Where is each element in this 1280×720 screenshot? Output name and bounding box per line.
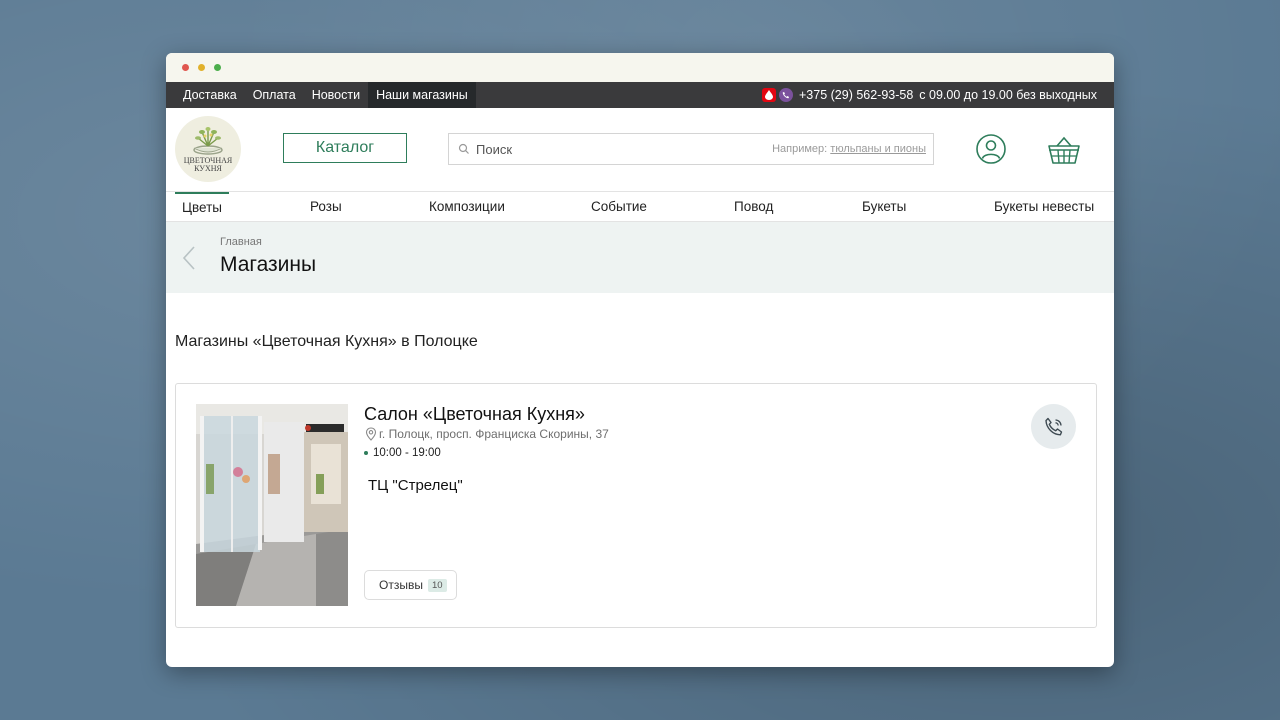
open-status-dot	[364, 451, 368, 455]
page-title: Магазины	[220, 253, 317, 276]
category-roses[interactable]: Розы	[310, 192, 342, 221]
category-occasion[interactable]: Повод	[734, 192, 773, 221]
search-hint-link[interactable]: тюльпаны и пионы	[830, 143, 926, 155]
location-pin-icon	[365, 427, 377, 441]
top-nav-our-stores[interactable]: Наши магазины	[368, 82, 476, 108]
store-photo-image	[196, 404, 348, 606]
working-hours: с 09.00 до 19.00 без выходных	[919, 88, 1097, 102]
store-location-note: ТЦ "Стрелец"	[368, 477, 463, 494]
top-nav-news[interactable]: Новости	[304, 82, 368, 108]
store-hours: 10:00 - 19:00	[364, 447, 441, 459]
category-event[interactable]: Событие	[591, 192, 647, 221]
mts-icon[interactable]	[762, 88, 776, 102]
catalog-button[interactable]: Каталог	[283, 133, 407, 163]
call-button[interactable]	[1031, 404, 1076, 449]
reviews-count-badge: 10	[427, 578, 447, 592]
top-nav-payment[interactable]: Оплата	[245, 82, 304, 108]
maximize-window-button[interactable]	[214, 64, 221, 71]
logo-text: ЦВЕТОЧНАЯ КУХНЯ	[183, 155, 233, 173]
search-hint: Например: тюльпаны и пионы	[772, 143, 926, 155]
store-card: Салон «Цветочная Кухня» г. Полоцк, просп…	[175, 383, 1097, 628]
breadcrumb: Главная Магазины	[166, 222, 1114, 293]
breadcrumb-home-link[interactable]: Главная	[220, 236, 262, 248]
chevron-left-icon[interactable]	[182, 245, 196, 271]
top-nav: Доставка Оплата Новости Наши магазины	[175, 82, 476, 108]
store-name[interactable]: Салон «Цветочная Кухня»	[364, 404, 585, 425]
user-icon[interactable]	[975, 133, 1007, 165]
window-titlebar	[166, 53, 1114, 82]
search-input[interactable]	[474, 140, 718, 158]
category-flowers[interactable]: Цветы	[175, 192, 229, 221]
site-header: ЦВЕТОЧНАЯ КУХНЯ Каталог Например: тюльпа…	[166, 108, 1114, 192]
category-bouquets[interactable]: Букеты	[862, 192, 906, 221]
top-nav-delivery[interactable]: Доставка	[175, 82, 245, 108]
top-bar: Доставка Оплата Новости Наши магазины +3…	[166, 82, 1114, 108]
phone-block: +375 (29) 562-93-58	[762, 82, 913, 108]
viber-icon[interactable]	[779, 88, 793, 102]
minimize-window-button[interactable]	[198, 64, 205, 71]
search-icon	[458, 143, 469, 154]
store-address: г. Полоцк, просп. Франциска Скорины, 37	[364, 427, 609, 441]
category-nav: Цветы Розы Композиции Событие Повод Буке…	[166, 192, 1114, 222]
store-photo[interactable]	[196, 404, 348, 606]
site-logo[interactable]: ЦВЕТОЧНАЯ КУХНЯ	[175, 116, 241, 182]
browser-window: Доставка Оплата Новости Наши магазины +3…	[166, 53, 1114, 667]
basket-icon[interactable]	[1047, 135, 1081, 165]
section-title: Магазины «Цветочная Кухня» в Полоцке	[175, 333, 478, 350]
search-box[interactable]: Например: тюльпаны и пионы	[448, 133, 934, 165]
store-hours-text: 10:00 - 19:00	[373, 447, 441, 459]
phone-icon	[1044, 417, 1062, 435]
category-bridal-bouquets[interactable]: Букеты невесты	[994, 192, 1094, 221]
reviews-label: Отзывы	[379, 578, 423, 592]
category-compositions[interactable]: Композиции	[429, 192, 505, 221]
store-address-text: г. Полоцк, просп. Франциска Скорины, 37	[379, 427, 609, 441]
logo-bouquet-icon	[193, 126, 223, 155]
phone-number[interactable]: +375 (29) 562-93-58	[799, 88, 913, 102]
reviews-button[interactable]: Отзывы 10	[364, 570, 457, 600]
close-window-button[interactable]	[182, 64, 189, 71]
